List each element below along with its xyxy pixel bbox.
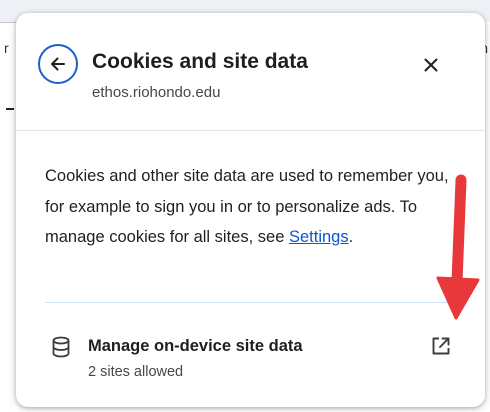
description-text: Cookies and other site data are used to …: [45, 167, 449, 246]
open-in-new-icon[interactable]: [430, 335, 452, 357]
description: Cookies and other site data are used to …: [45, 161, 455, 253]
sites-allowed-count: 2 sites allowed: [88, 364, 184, 380]
back-button[interactable]: [38, 44, 78, 84]
header-divider: [16, 130, 485, 131]
manage-site-data-row[interactable]: Manage on-device site data 2 sites allow…: [16, 313, 485, 393]
cookies-site-data-panel: Cookies and site data ethos.riohondo.edu…: [16, 13, 485, 407]
section-divider: [45, 302, 457, 303]
settings-link[interactable]: Settings: [289, 228, 349, 246]
manage-site-data-label: Manage on-device site data: [88, 337, 303, 355]
description-suffix: .: [348, 228, 354, 246]
close-icon: [424, 58, 438, 72]
close-button[interactable]: [420, 54, 442, 76]
background-dash: [6, 108, 14, 110]
background-text: r: [4, 40, 9, 56]
site-domain: ethos.riohondo.edu: [92, 84, 221, 101]
database-icon: [52, 336, 70, 358]
dialog-title: Cookies and site data: [92, 50, 308, 73]
arrow-left-icon: [51, 57, 65, 71]
